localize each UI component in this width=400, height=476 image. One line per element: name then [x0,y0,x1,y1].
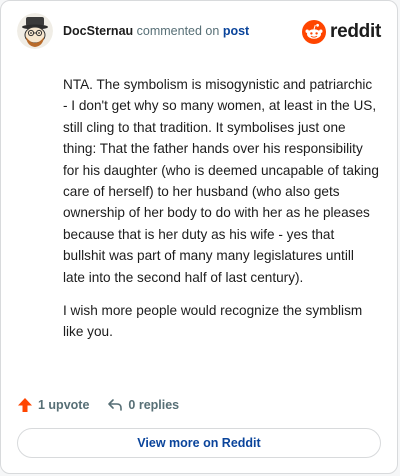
comment-paragraph: NTA. The symbolism is misogynistic and p… [63,77,379,285]
comment-meta: DocSternau commented on post [63,24,249,38]
reddit-snoo-icon [302,20,327,44]
comment-header: DocSternau commented on post reddit [17,13,381,53]
upvote-button[interactable]: 1 upvote [17,397,89,413]
reddit-wordmark: reddit [330,21,381,42]
replies-button[interactable]: 0 replies [107,397,179,413]
comment-paragraph: I wish more people would recognize the s… [63,303,363,340]
post-link[interactable]: post [223,24,249,38]
commented-on-text: commented on [136,24,220,38]
user-avatar[interactable] [17,13,53,49]
reddit-logo[interactable]: reddit [302,19,381,45]
comment-actions: 1 upvote 0 replies [17,394,179,416]
upvote-arrow-icon [18,398,32,412]
replies-count: 0 replies [128,398,180,412]
snoo-avatar-icon [17,13,53,49]
comment-body: NTA. The symbolism is misogynistic and p… [63,74,379,355]
reply-arrow-icon [108,399,123,411]
username-link[interactable]: DocSternau [63,24,133,38]
comment-embed-card: DocSternau commented on post reddit NTA.… [0,0,398,474]
upvote-count: 1 upvote [38,398,90,412]
view-more-button[interactable]: View more on Reddit [17,428,381,458]
